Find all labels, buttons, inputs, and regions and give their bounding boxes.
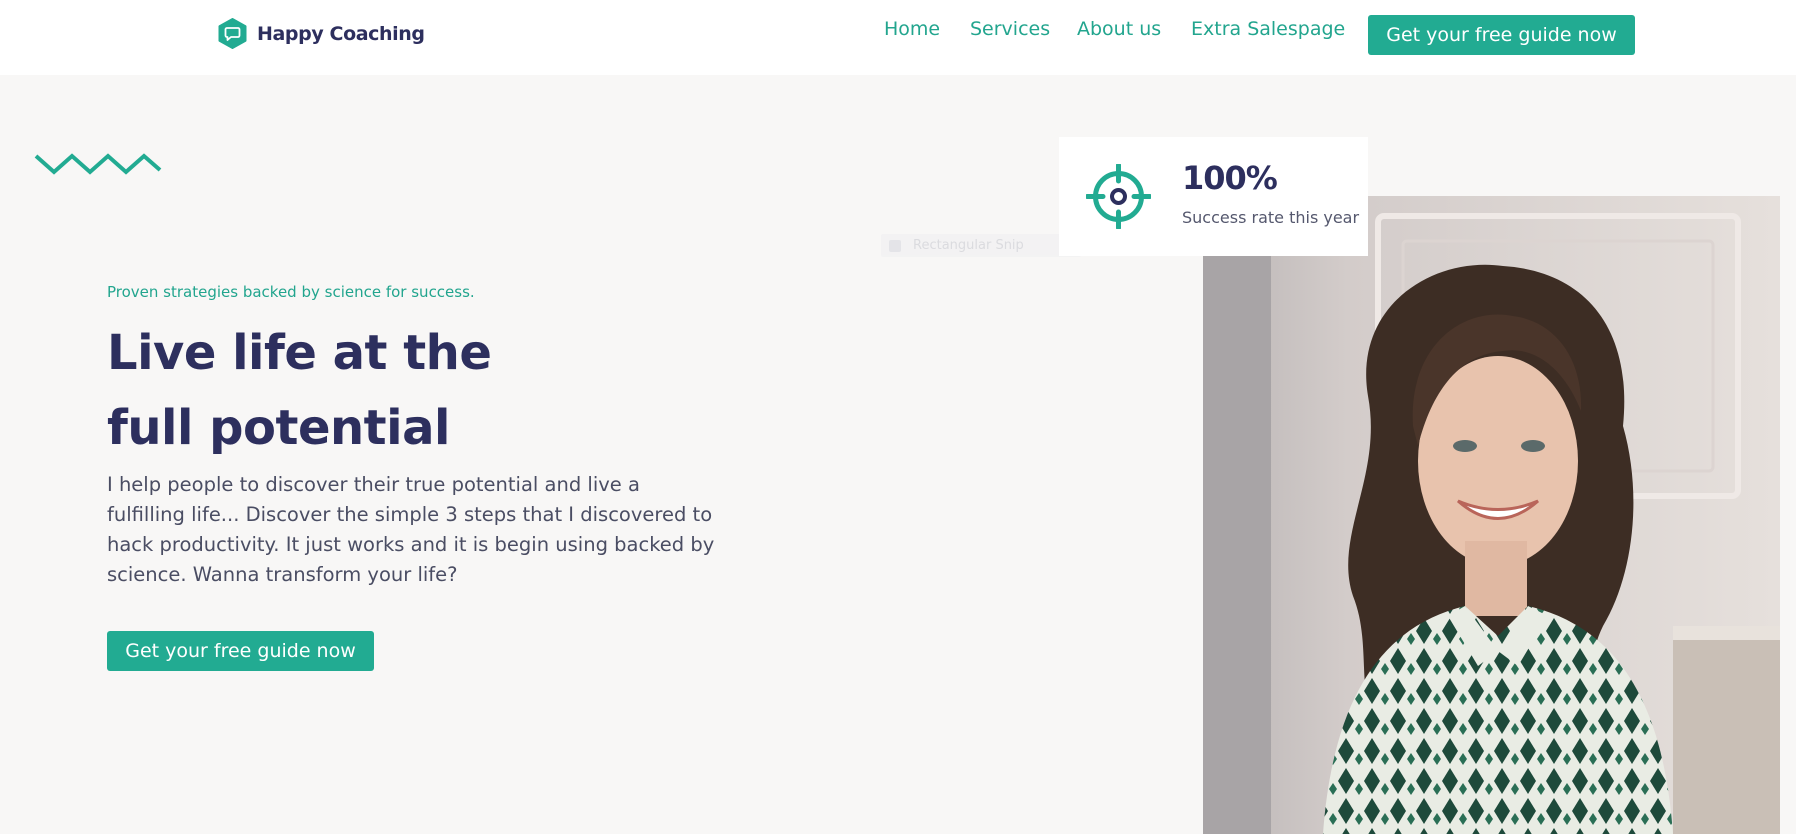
site-header: Happy Coaching Home Services About us Ex… <box>0 0 1796 75</box>
ghost-tooltip-label: Rectangular Snip <box>913 238 1024 253</box>
hero-cta-button[interactable]: Get your free guide now <box>107 631 374 671</box>
brand-name: Happy Coaching <box>257 22 425 45</box>
hero-headline: Live life at the full potential <box>107 316 492 466</box>
snip-icon <box>889 239 901 252</box>
nav-extra-salespage[interactable]: Extra Salespage <box>1191 18 1345 40</box>
zigzag-decoration <box>34 153 162 175</box>
stat-label: Success rate this year <box>1182 208 1360 227</box>
chat-bubble-icon <box>218 18 247 49</box>
header-cta-button[interactable]: Get your free guide now <box>1368 15 1635 55</box>
portrait-illustration <box>1203 196 1780 834</box>
headline-line-2: full potential <box>107 400 450 456</box>
target-icon <box>1086 164 1151 229</box>
stat-value: 100% <box>1182 159 1278 197</box>
logo[interactable]: Happy Coaching <box>217 18 425 49</box>
nav-services[interactable]: Services <box>970 18 1050 40</box>
hero-eyebrow: Proven strategies backed by science for … <box>107 283 475 301</box>
hero-description: I help people to discover their true pot… <box>107 473 715 586</box>
headline-line-1: Live life at the <box>107 325 492 381</box>
stat-card: 100% Success rate this year <box>1059 137 1368 256</box>
ghost-tooltip: Rectangular Snip <box>881 234 1081 257</box>
coach-portrait-photo <box>1203 196 1780 834</box>
nav-about-us[interactable]: About us <box>1077 18 1161 40</box>
nav-home[interactable]: Home <box>884 18 940 40</box>
